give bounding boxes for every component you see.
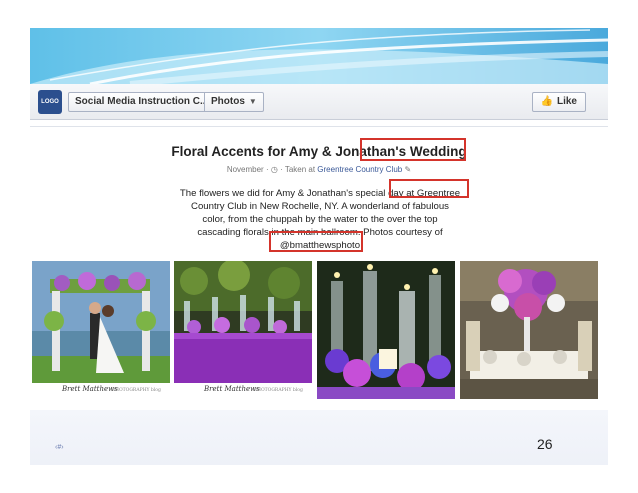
taken-at-label: Taken at [284,165,316,174]
breadcrumb: Social Media Instruction C... Photos ▼ [68,92,264,112]
album-date: November [226,165,264,174]
photos-dropdown[interactable]: Photos ▼ [205,93,263,111]
like-button[interactable]: 👍 Like [531,92,586,112]
breadcrumb-page-name[interactable]: Social Media Instruction C... [69,93,205,111]
highlight-box-location [389,179,469,198]
slide-footer-band [30,410,608,465]
like-button-label: Like [556,96,577,107]
photo-image [174,261,312,399]
photo-table-flowers[interactable]: Brett Matthews PHOTOGRAPHY blog [174,261,312,399]
album-title: Floral Accents for Amy & Jonathan's Wedd… [171,144,467,159]
slide-number: 26 [537,436,553,452]
slide: LOGO Social Media Instruction C... Photo… [0,0,638,493]
album-meta: November · ◷ · Taken at Greentree Countr… [30,165,608,174]
photo-ballroom[interactable] [460,261,598,399]
photo-signature: Brett Matthews [204,385,260,393]
photo-candles[interactable] [317,261,455,399]
location-link[interactable]: Greentree Country Club [317,165,402,174]
photo-image [317,261,455,399]
description-line: Country Club in New Rochelle, NY. A wond… [191,201,449,212]
thumbs-up-icon: 👍 [540,96,553,107]
photos-dropdown-label: Photos [211,96,245,107]
photo-chuppah[interactable]: Brett Matthews PHOTOGRAPHY blog [32,261,170,399]
clock-icon: ◷ [270,165,278,174]
slide-banner [30,28,608,84]
photo-grid: Brett Matthews PHOTOGRAPHY blog Brett Ma… [30,261,608,399]
photo-image [32,261,170,399]
highlight-box-title [360,138,466,161]
photo-signature-sub: PHOTOGRAPHY blog [254,388,303,393]
edit-icon: ✎ [404,165,412,174]
album-panel: Floral Accents for Amy & Jonathan's Wedd… [30,126,608,410]
photo-signature-sub: PHOTOGRAPHY blog [112,388,161,393]
photo-image [460,261,598,399]
highlight-box-mention [269,231,363,252]
chevron-down-icon: ▼ [248,97,257,106]
wave-decoration [30,28,608,84]
page-logo[interactable]: LOGO [38,90,62,114]
photo-signature: Brett Matthews [62,385,118,393]
slide-number-placeholder: ‹#› [55,444,64,451]
description-line: color, from the chuppah by the water to … [202,214,438,225]
facebook-top-bar: LOGO Social Media Instruction C... Photo… [30,84,608,120]
